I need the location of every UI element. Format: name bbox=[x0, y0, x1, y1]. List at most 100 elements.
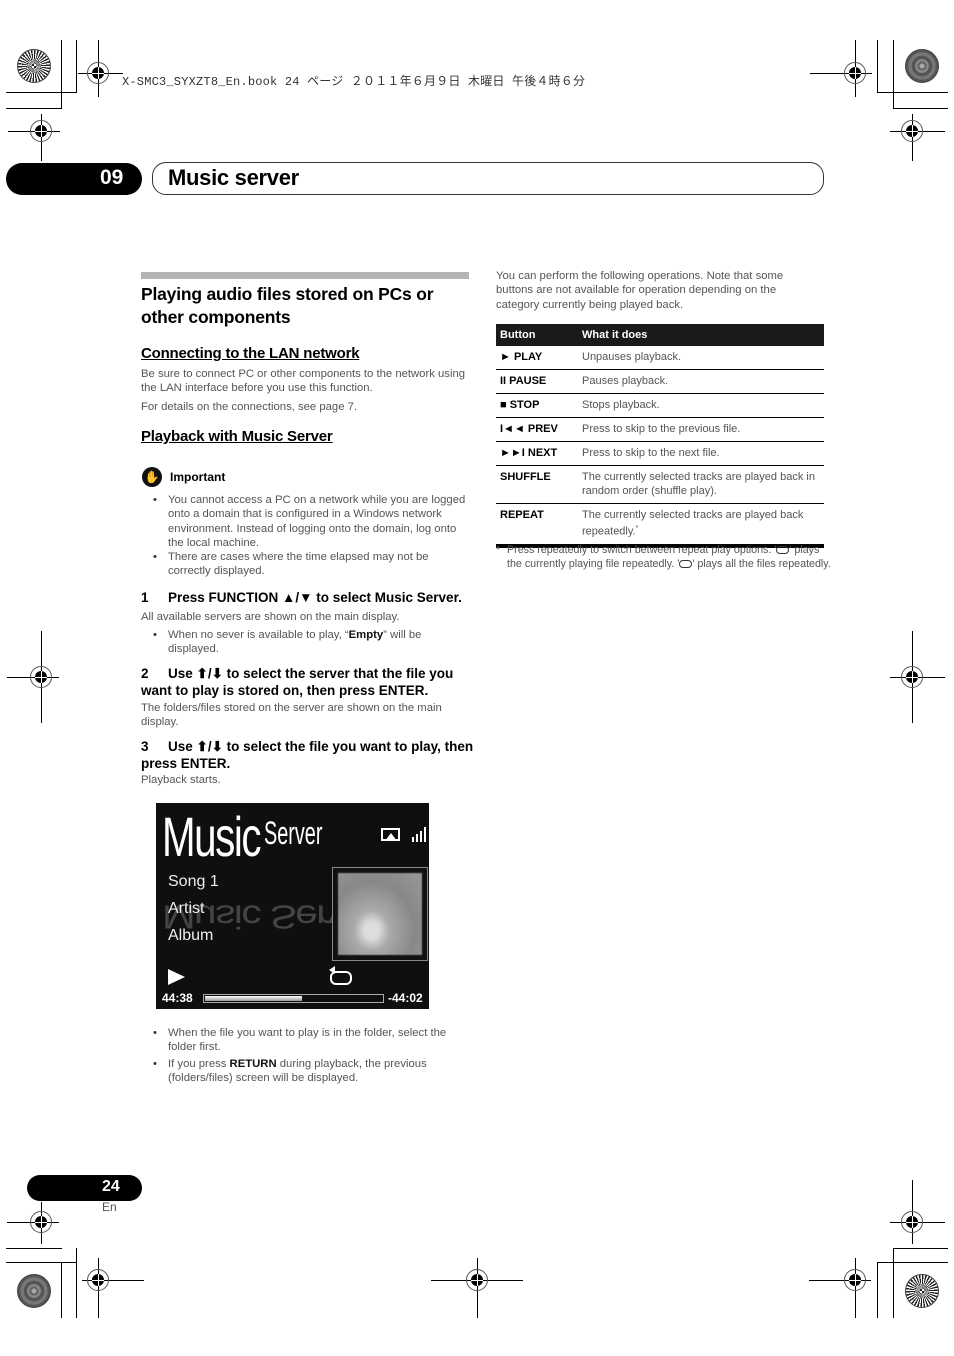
section-title: Playing audio files stored on PCs or oth… bbox=[141, 284, 434, 327]
button-name: SHUFFLE bbox=[496, 465, 578, 504]
important-label: Important bbox=[170, 470, 226, 484]
list-item: If you press RETURN during playback, the… bbox=[141, 1057, 471, 1086]
button-action: Pauses playback. bbox=[578, 369, 824, 394]
display-subtitle: Server bbox=[264, 815, 323, 851]
progress-bar bbox=[203, 994, 384, 1003]
button-name: I◄◄ PREV bbox=[496, 417, 578, 442]
step-text: Use ⬆/⬇ to select the file you want to p… bbox=[141, 739, 474, 771]
airplay-icon bbox=[381, 828, 400, 841]
footnote: * Press repeatedly to switch between repe… bbox=[496, 544, 831, 570]
lan-page-ref: For details on the connections, see page… bbox=[141, 401, 358, 413]
list-item: You cannot access a PC on a network whil… bbox=[141, 493, 471, 550]
crop-mark bbox=[893, 108, 948, 109]
color-target-icon bbox=[17, 1274, 51, 1308]
crop-mark bbox=[893, 1248, 948, 1249]
important-list: You cannot access a PC on a network whil… bbox=[141, 493, 471, 579]
step-3: 3 Use ⬆/⬇ to select the file you want to … bbox=[141, 738, 476, 772]
crop-mark bbox=[893, 40, 894, 108]
step-2: 2 Use ⬆/⬇ to select the server that the f… bbox=[141, 665, 476, 699]
step-number: 1 bbox=[141, 590, 149, 605]
lan-heading: Connecting to the LAN network bbox=[141, 345, 360, 362]
crop-mark bbox=[61, 1262, 62, 1318]
table-row: I◄◄ PREV Press to skip to the previous fi… bbox=[496, 417, 824, 442]
crop-mark bbox=[6, 1248, 62, 1249]
crop-mark bbox=[61, 40, 62, 108]
progress-fill bbox=[205, 996, 302, 1001]
table-row: SHUFFLE The currently selected tracks are… bbox=[496, 465, 824, 504]
footnote-marker: * bbox=[496, 544, 501, 556]
button-name: ■ STOP bbox=[496, 393, 578, 418]
list-item: When the file you want to play is in the… bbox=[141, 1026, 471, 1055]
page-language: En bbox=[102, 1200, 117, 1214]
chapter-title: Music server bbox=[168, 165, 299, 190]
chapter-number: 09 bbox=[100, 166, 124, 189]
display-title: Music bbox=[162, 805, 262, 868]
list-item: When no sever is available to play, “Emp… bbox=[141, 628, 471, 657]
table-row: ►►I NEXT Press to skip to the next file. bbox=[496, 441, 824, 466]
elapsed-time: 44:38 bbox=[162, 991, 193, 1005]
crop-mark bbox=[76, 1248, 77, 1318]
crop-mark bbox=[6, 92, 77, 93]
footnote-marker: * bbox=[635, 525, 639, 532]
button-action: Press to skip to the previous file. bbox=[578, 417, 824, 442]
important-icon: ✋ bbox=[142, 467, 162, 487]
repeat-icon bbox=[329, 966, 352, 985]
step-1: 1 Press FUNCTION ▲/▼ to select Music Serv… bbox=[141, 589, 476, 606]
button-name: ►►I NEXT bbox=[496, 441, 578, 466]
button-name: ► PLAY bbox=[496, 346, 578, 370]
step-number: 3 bbox=[141, 739, 149, 754]
display-album: Album bbox=[168, 927, 214, 944]
lan-para: Be sure to connect PC or other component… bbox=[141, 368, 466, 395]
crop-mark bbox=[877, 92, 948, 93]
playback-notes: When the file you want to play is in the… bbox=[141, 1026, 471, 1085]
page-tab bbox=[27, 1175, 142, 1201]
button-action: Unpauses playback. bbox=[578, 346, 824, 370]
step-2-desc: The folders/files stored on the server a… bbox=[141, 702, 442, 729]
operations-intro: You can perform the following operations… bbox=[496, 270, 784, 311]
playback-heading: Playback with Music Server bbox=[141, 428, 333, 445]
crop-mark bbox=[877, 1262, 878, 1318]
repeat-one-icon bbox=[776, 546, 790, 555]
step-1-desc: All available servers are shown on the m… bbox=[141, 611, 400, 623]
page-number: 24 bbox=[102, 1178, 120, 1195]
color-target-icon bbox=[905, 49, 939, 83]
table-row: II PAUSE Pauses playback. bbox=[496, 369, 824, 394]
column-header: Button bbox=[496, 324, 578, 346]
table-row: ■ STOP Stops playback. bbox=[496, 393, 824, 418]
crop-mark bbox=[6, 108, 62, 109]
button-name: REPEAT bbox=[496, 503, 578, 548]
list-item: There are cases where the time elapsed m… bbox=[141, 550, 471, 579]
music-server-display: Music Server Music Server Song 1 Artist … bbox=[156, 803, 429, 1009]
color-target-icon bbox=[17, 49, 51, 83]
button-name: II PAUSE bbox=[496, 369, 578, 394]
step-number: 2 bbox=[141, 666, 149, 681]
operations-table: Button What it does ► PLAY Unpauses playb… bbox=[496, 324, 824, 548]
crop-mark bbox=[893, 1248, 894, 1318]
column-header: What it does bbox=[578, 324, 824, 346]
table-row: REPEAT The currently selected tracks are … bbox=[496, 503, 824, 548]
step-3-desc: Playback starts. bbox=[141, 774, 221, 786]
crop-mark bbox=[877, 1262, 948, 1263]
crop-mark bbox=[6, 1262, 77, 1263]
button-action: The currently selected tracks are played… bbox=[578, 465, 824, 504]
step-text: Use ⬆/⬇ to select the server that the fi… bbox=[141, 666, 454, 698]
button-action: Press to skip to the next file. bbox=[578, 441, 824, 466]
crop-mark bbox=[76, 40, 77, 93]
step-1-notes: When no sever is available to play, “Emp… bbox=[141, 628, 471, 657]
display-song: Song 1 bbox=[168, 873, 219, 890]
section-bar bbox=[141, 272, 469, 279]
button-action: The currently selected tracks are played… bbox=[578, 503, 824, 548]
table-header: Button What it does bbox=[496, 324, 824, 346]
crop-mark bbox=[877, 40, 878, 93]
play-icon bbox=[168, 969, 185, 985]
repeat-all-icon bbox=[679, 559, 693, 568]
table-row: ► PLAY Unpauses playback. bbox=[496, 346, 824, 370]
display-artist: Artist bbox=[168, 900, 205, 917]
button-action: Stops playback. bbox=[578, 393, 824, 418]
print-header: X-SMC3_SYXZT8_En.book 24 ページ ２０１１年６月９日 木… bbox=[122, 75, 586, 89]
color-target-icon bbox=[905, 1274, 939, 1308]
step-text: Press FUNCTION ▲/▼ to select Music Serve… bbox=[168, 590, 462, 605]
remaining-time: -44:02 bbox=[388, 991, 423, 1005]
signal-icon bbox=[412, 826, 428, 842]
album-art bbox=[332, 867, 428, 961]
